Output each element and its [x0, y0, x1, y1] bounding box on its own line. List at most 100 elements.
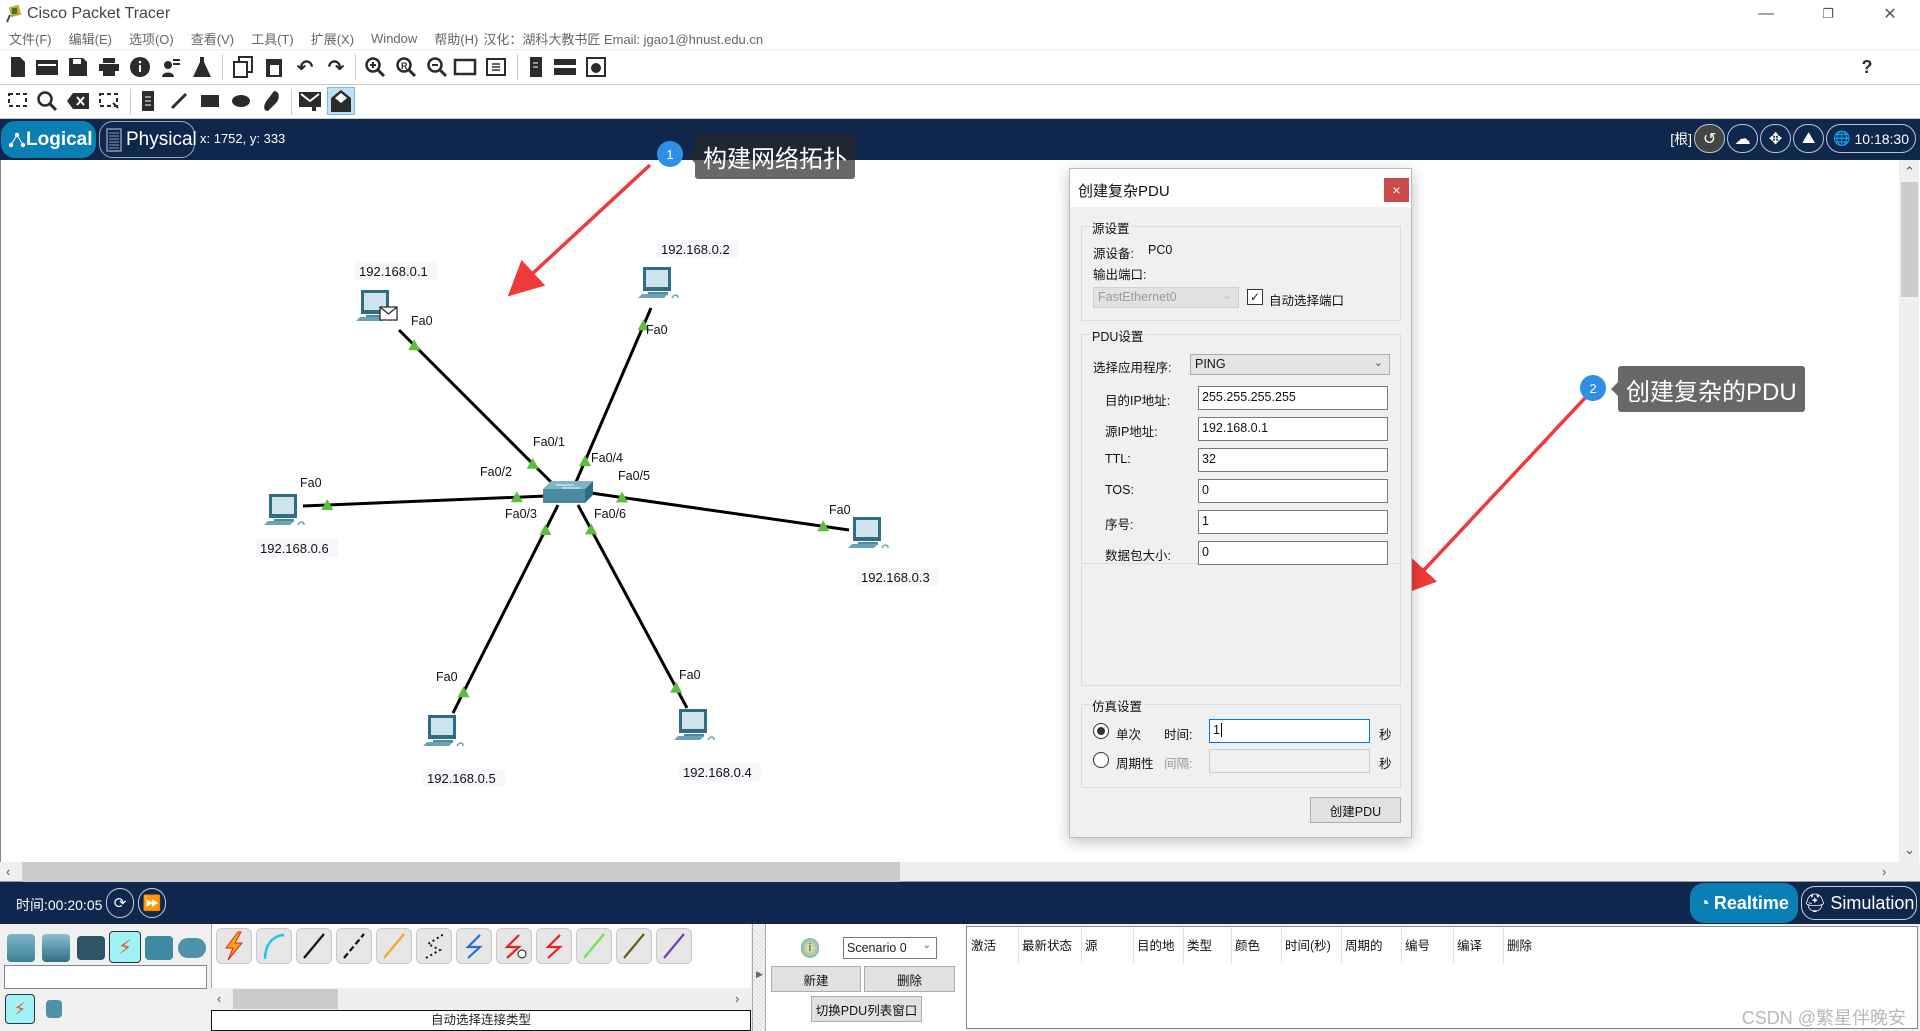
pdu-column-header[interactable]: 最新状态: [1022, 935, 1072, 954]
multiuser-icon[interactable]: [178, 938, 206, 958]
simulation-mode-button[interactable]: ⛑ Simulation: [1801, 886, 1917, 920]
save-icon[interactable]: [66, 55, 90, 79]
zoom-in-icon[interactable]: [363, 55, 387, 79]
network-devices-icon[interactable]: [7, 934, 35, 962]
ethernet-link[interactable]: [576, 504, 689, 709]
periodic-radio[interactable]: [1093, 752, 1109, 768]
pdu-column-header[interactable]: 激活: [971, 935, 996, 954]
pdu-column-header[interactable]: 编号: [1405, 935, 1430, 954]
toggle-pdu-list-button[interactable]: 切换PDU列表窗口: [811, 996, 922, 1022]
connection-coaxial-button[interactable]: [456, 928, 492, 964]
scroll-up-icon[interactable]: ⌃: [1904, 164, 1915, 180]
new-file-icon[interactable]: [6, 55, 30, 79]
connections-category-icon[interactable]: ⚡: [109, 931, 141, 963]
set-background-button[interactable]: ⛰: [1793, 124, 1825, 153]
menu-tools[interactable]: 工具(T): [251, 29, 294, 48]
pdu-column-header[interactable]: 颜色: [1235, 935, 1260, 954]
select-icon[interactable]: [6, 89, 30, 113]
draw-ellipse-icon[interactable]: [229, 89, 253, 113]
grid-icon[interactable]: [46, 1000, 62, 1018]
horizontal-scroll-thumb[interactable]: [22, 862, 900, 882]
tos-input[interactable]: 0: [1198, 479, 1388, 503]
scroll-down-icon[interactable]: ⌄: [1904, 842, 1915, 858]
pdu-column-header[interactable]: 周期的: [1345, 935, 1383, 954]
inspect-icon[interactable]: [35, 89, 59, 113]
connection-iot-custom-button[interactable]: [616, 928, 652, 964]
panel-splitter[interactable]: ▶: [752, 924, 766, 1031]
pdu-column-header[interactable]: 目的地: [1137, 935, 1175, 954]
scroll-right-icon[interactable]: ›: [735, 991, 739, 1006]
pc-device[interactable]: [638, 267, 679, 299]
connection-console-button[interactable]: [256, 928, 292, 964]
ethernet-link[interactable]: [302, 494, 547, 508]
scenario-info-icon[interactable]: i: [801, 938, 819, 958]
src-ip-input[interactable]: 192.168.0.1: [1198, 417, 1388, 441]
connection-copper-cross-button[interactable]: [336, 928, 372, 964]
application-select[interactable]: PING ⌄: [1190, 354, 1390, 375]
menu-help[interactable]: 帮助(H): [434, 29, 478, 48]
freeform-icon[interactable]: [260, 89, 284, 113]
scroll-left-icon[interactable]: ‹: [217, 991, 221, 1006]
menu-window[interactable]: Window: [371, 31, 417, 46]
switch-device[interactable]: [543, 481, 593, 503]
new-cluster-button[interactable]: ☁: [1727, 124, 1759, 153]
info-icon[interactable]: [128, 55, 152, 79]
resize-shape-icon[interactable]: [97, 89, 121, 113]
connections-subcategory-icon[interactable]: ⚡: [5, 994, 35, 1024]
connection-automatic-button[interactable]: [216, 928, 252, 964]
connection-serial-dce-button[interactable]: [496, 928, 532, 964]
pc-device[interactable]: [423, 715, 464, 747]
scroll-right-icon[interactable]: ›: [1882, 864, 1886, 879]
help-icon[interactable]: ?: [1855, 55, 1879, 79]
back-button[interactable]: ↺: [1694, 124, 1726, 153]
ttl-input[interactable]: 32: [1198, 448, 1388, 472]
ethernet-link[interactable]: [397, 328, 553, 484]
fast-forward-button[interactable]: ⏩: [138, 888, 166, 918]
packet-size-input[interactable]: 0: [1198, 541, 1388, 565]
logical-workspace-canvas[interactable]: 192.168.0.1 Fa0 Fa0/1 192.168.0.2 Fa0 Fa0/4 19…: [0, 160, 1899, 862]
connection-usb-button[interactable]: [656, 928, 692, 964]
time-input[interactable]: 1: [1209, 719, 1370, 743]
menu-extensions[interactable]: 扩展(X): [311, 29, 354, 48]
pdu-column-header[interactable]: 编译: [1457, 935, 1482, 954]
expand-arrow-icon[interactable]: ▶: [756, 969, 763, 980]
delete-icon[interactable]: [66, 89, 90, 113]
cluster-icon[interactable]: [524, 55, 548, 79]
zoom-out-icon[interactable]: [425, 55, 449, 79]
tab-physical[interactable]: Physical: [99, 121, 197, 158]
pc-device[interactable]: [674, 709, 715, 741]
new-scenario-button[interactable]: 新建: [771, 966, 861, 992]
pdu-column-header[interactable]: 删除: [1507, 935, 1532, 954]
connection-copper-straight-button[interactable]: [296, 928, 332, 964]
custom-devices-dialog-icon[interactable]: [484, 55, 508, 79]
scroll-left-icon[interactable]: ‹: [6, 864, 10, 879]
copy-icon[interactable]: [231, 55, 255, 79]
minimize-button[interactable]: —: [1738, 0, 1794, 28]
end-devices-icon[interactable]: [42, 934, 70, 962]
sequence-input[interactable]: 1: [1198, 510, 1388, 534]
vertical-scroll-thumb[interactable]: [1901, 182, 1918, 297]
dialog-title-bar[interactable]: 创建复杂PDU ×: [1070, 169, 1411, 207]
open-folder-icon[interactable]: [35, 55, 59, 79]
dialog-close-button[interactable]: ×: [1384, 178, 1409, 202]
dest-ip-input[interactable]: 255.255.255.255: [1198, 386, 1388, 410]
draw-rectangle-icon[interactable]: [198, 89, 222, 113]
connection-octal-button[interactable]: [576, 928, 612, 964]
connection-fiber-button[interactable]: [376, 928, 412, 964]
add-simple-pdu-icon[interactable]: [298, 89, 322, 113]
realtime-mode-button[interactable]: ◔ Realtime: [1690, 883, 1798, 923]
redo-icon[interactable]: ↷: [324, 55, 348, 79]
pdu-column-header[interactable]: 源: [1085, 935, 1098, 954]
move-object-button[interactable]: ✥: [1760, 124, 1792, 153]
draw-line-icon[interactable]: [167, 89, 191, 113]
miscellaneous-icon[interactable]: [145, 936, 173, 960]
tab-logical[interactable]: Logical: [1, 121, 96, 158]
pdu-device-icon[interactable]: [553, 55, 577, 79]
device-search-box[interactable]: [4, 965, 207, 989]
pc-device[interactable]: [264, 494, 305, 526]
connection-serial-dte-button[interactable]: [536, 928, 572, 964]
paste-icon[interactable]: [262, 55, 286, 79]
pdu-envelope-icon[interactable]: [379, 306, 398, 321]
once-radio[interactable]: [1093, 723, 1109, 739]
menu-edit[interactable]: 编辑(E): [69, 29, 112, 48]
